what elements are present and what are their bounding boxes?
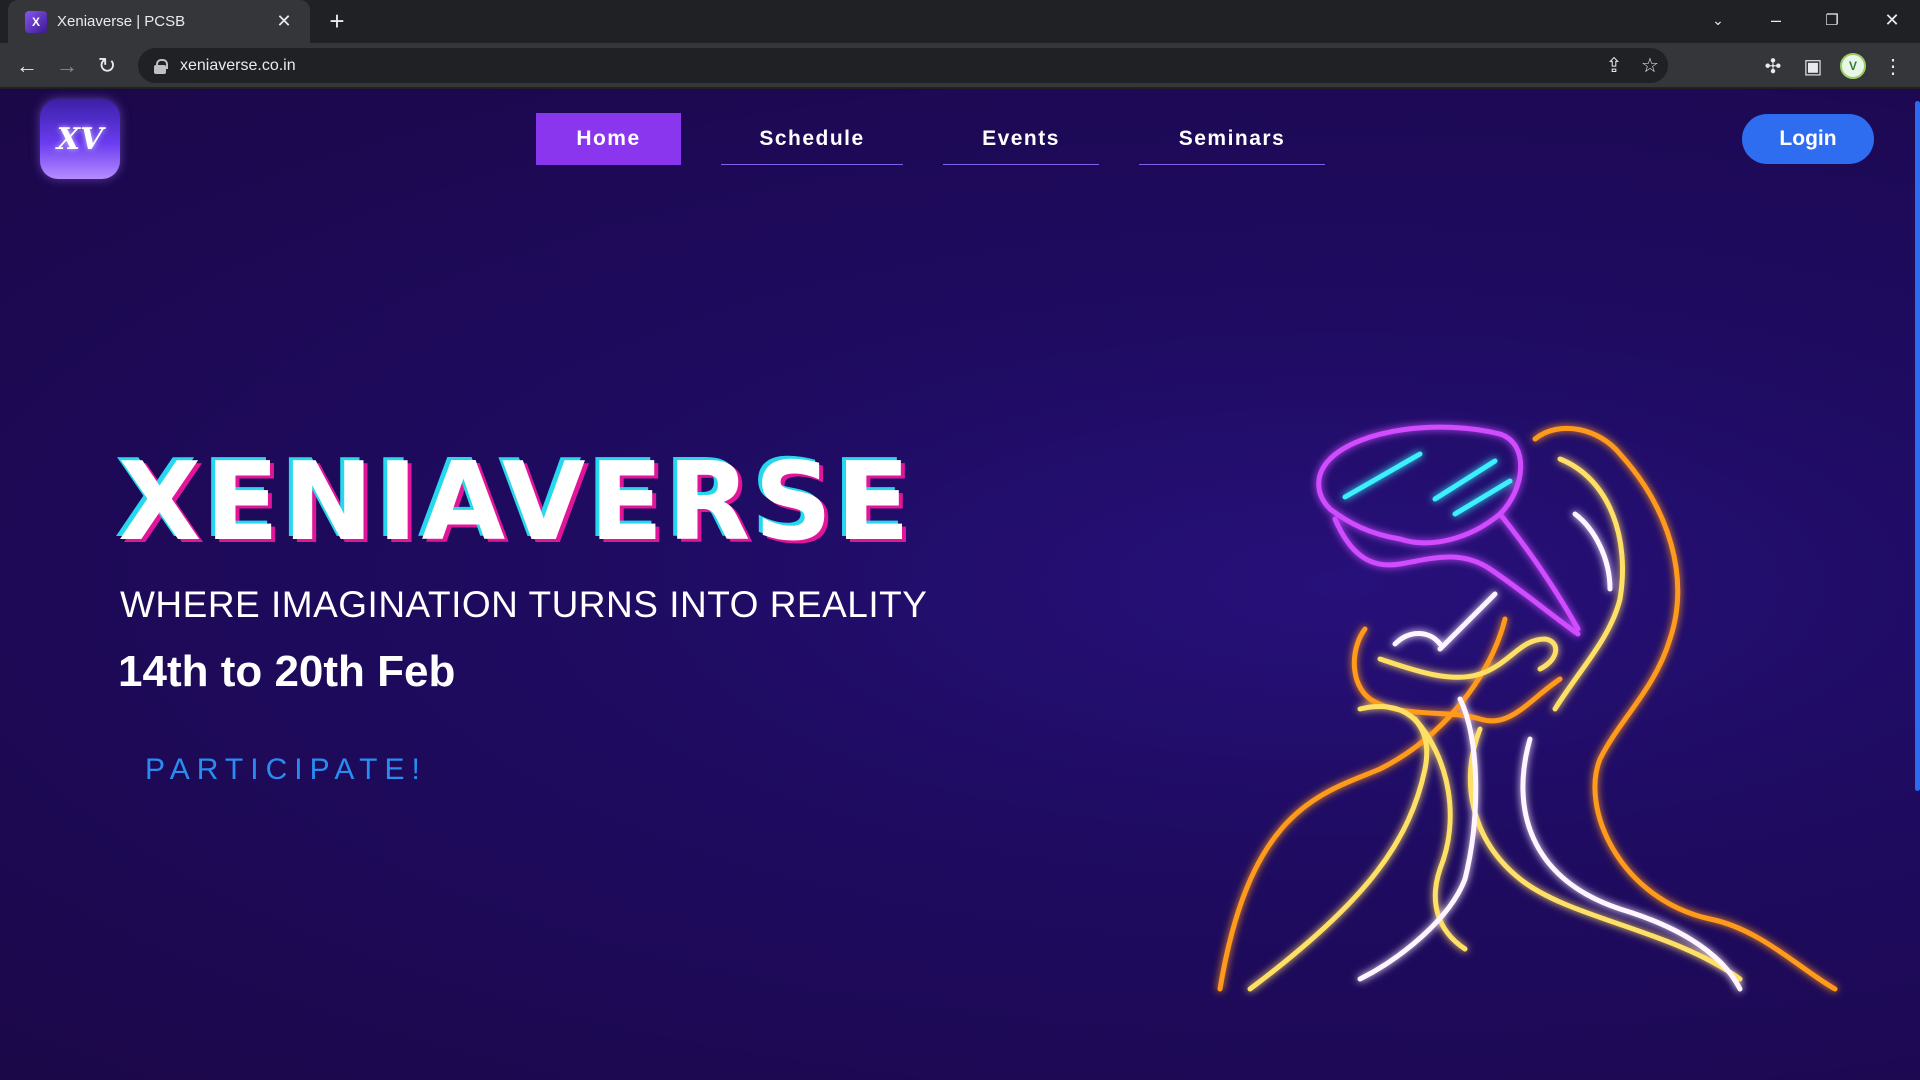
tab-search-icon[interactable]: ⌄ [1690, 0, 1746, 40]
lock-icon[interactable] [154, 58, 168, 74]
minimize-icon[interactable]: – [1748, 0, 1804, 40]
nav-events[interactable]: Events [943, 113, 1099, 165]
url-text[interactable]: xeniaverse.co.in [180, 57, 1596, 75]
neon-vr-head-illustration [1217, 424, 1838, 992]
site-logo[interactable]: XV [40, 99, 120, 179]
nav-seminars[interactable]: Seminars [1139, 113, 1325, 165]
kebab-menu-icon[interactable]: ⋮ [1876, 51, 1910, 81]
hero-title: XENIAVERSE [118, 440, 914, 565]
scrollbar-thumb[interactable] [1915, 101, 1920, 791]
share-icon[interactable]: ⇪ [1596, 51, 1632, 81]
nav-home[interactable]: Home [536, 113, 681, 165]
forward-arrow-icon[interactable]: → [50, 49, 84, 83]
browser-tab[interactable]: X Xeniaverse | PCSB ✕ [8, 0, 310, 43]
side-panel-icon[interactable]: ▣ [1796, 51, 1830, 81]
tab-close-icon[interactable]: ✕ [272, 10, 296, 34]
puzzle-icon[interactable]: ✣ [1756, 51, 1790, 81]
logo-text: XV [56, 121, 104, 157]
restore-icon[interactable]: ❐ [1804, 0, 1860, 40]
address-bar[interactable]: xeniaverse.co.in ⇪ ☆ [138, 48, 1668, 83]
nav-schedule[interactable]: Schedule [721, 113, 903, 165]
back-arrow-icon[interactable]: ← [10, 49, 44, 83]
profile-avatar[interactable]: V [1836, 51, 1870, 81]
hero-date: 14th to 20th Feb [118, 647, 456, 696]
tab-favicon-icon: X [25, 10, 47, 33]
login-button[interactable]: Login [1742, 114, 1874, 164]
new-tab-icon[interactable]: + [322, 8, 352, 36]
participate-button[interactable]: PARTICIPATE! [145, 753, 427, 787]
avatar: V [1840, 53, 1866, 79]
tab-title: Xeniaverse | PCSB [57, 13, 186, 30]
star-icon[interactable]: ☆ [1632, 51, 1668, 81]
browser-toolbar: ← → ↻ xeniaverse.co.in ⇪ ☆ ✣ ▣ V ⋮ [0, 43, 1920, 88]
close-window-icon[interactable]: ✕ [1864, 0, 1920, 40]
reload-icon[interactable]: ↻ [90, 49, 124, 83]
page-scrollbar[interactable] [1912, 89, 1920, 1080]
page-viewport: XV Home Schedule Events Seminars Login X… [0, 89, 1920, 1080]
main-nav: Home Schedule Events Seminars [536, 113, 1325, 165]
browser-titlebar: X Xeniaverse | PCSB ✕ + ⌄ – ❐ ✕ [0, 0, 1920, 43]
hero-subtitle: WHERE IMAGINATION TURNS INTO REALITY [120, 584, 928, 625]
